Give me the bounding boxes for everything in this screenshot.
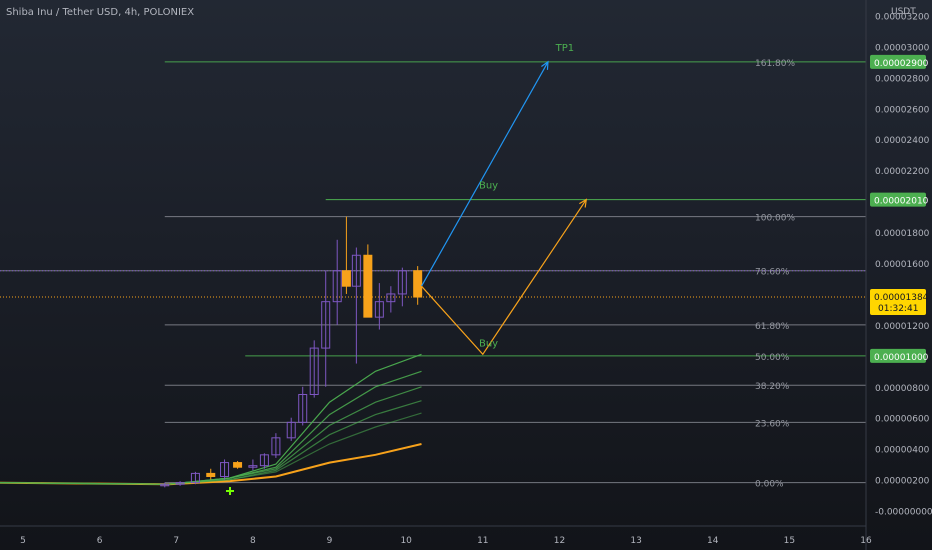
x-tick-label: 15 xyxy=(784,536,795,546)
x-tick-label: 16 xyxy=(860,536,872,546)
fib-level-label: 100.00% xyxy=(755,214,795,224)
arrow-head xyxy=(579,198,588,208)
x-tick-label: 12 xyxy=(554,536,565,546)
y-tick-label: 0.00002400 xyxy=(875,136,930,146)
y-tick-label: 0.00003000 xyxy=(875,43,930,53)
chart-annotation: Buy xyxy=(479,181,498,192)
x-tick-label: 8 xyxy=(250,536,256,546)
candle-body xyxy=(233,462,243,468)
y-tick-label: 0.00000600 xyxy=(875,415,930,425)
price-label: 0.00002010 xyxy=(874,197,929,207)
fib-level-label: 161.80% xyxy=(755,59,795,69)
x-tick-label: 10 xyxy=(400,536,412,546)
countdown-label: 01:32:41 xyxy=(878,304,918,314)
fib-level-label: 0.00% xyxy=(755,480,784,490)
y-tick-label: 0.00001200 xyxy=(875,322,930,332)
y-tick-label: 0.00000800 xyxy=(875,384,930,394)
x-tick-label: 9 xyxy=(327,536,333,546)
x-tick-label: 14 xyxy=(707,536,719,546)
current-price-label: 0.00001384 xyxy=(874,293,929,303)
y-tick-label: 0.00000400 xyxy=(875,446,930,456)
fib-levels: 161.80% 100.00% 78.60% 61.80% 50.00% 38.20% 23… xyxy=(0,59,866,490)
price-label: 0.00001000 xyxy=(874,353,929,363)
signal-marker xyxy=(226,487,234,495)
x-tick-label: 13 xyxy=(630,536,641,546)
x-axis: 5 6 7 8 9 10 11 12 13 14 15 16 xyxy=(0,525,872,546)
y-tick-label: 0.00002600 xyxy=(875,105,930,115)
fib-level-label: 61.80% xyxy=(755,322,790,332)
fib-level-label: 23.60% xyxy=(755,419,790,429)
y-tick-label: 0.00001600 xyxy=(875,260,930,270)
projection-arrows xyxy=(420,60,588,356)
y-tick-label: 0.00000200 xyxy=(875,477,930,487)
moving-average-line xyxy=(0,353,422,485)
y-tick-label: 0.00003200 xyxy=(875,12,930,22)
fib-level-label: 78.60% xyxy=(755,268,790,278)
candle-body xyxy=(413,270,423,298)
fib-level-label: 38.20% xyxy=(755,382,790,392)
x-tick-label: 7 xyxy=(173,536,179,546)
annotations: TP1 Buy Buy xyxy=(226,43,574,495)
price-chart[interactable]: 161.80%100.00%78.60%61.80%50.00%38.20%23… xyxy=(0,0,932,550)
chart-annotation: Buy xyxy=(479,339,498,350)
projection-arrow xyxy=(421,199,587,356)
x-tick-label: 5 xyxy=(20,536,26,546)
candle-body xyxy=(206,472,216,477)
candle-body xyxy=(363,254,373,318)
y-tick-label: -0.00000000 xyxy=(875,508,932,518)
y-axis: USDT0.000032000.000030000.000028000.0000… xyxy=(865,0,932,550)
moving-average-line xyxy=(0,370,422,485)
y-tick-label: 0.00001800 xyxy=(875,229,930,239)
moving-averages xyxy=(0,353,422,486)
x-tick-label: 11 xyxy=(477,536,488,546)
projection-arrow xyxy=(420,61,549,287)
fib-level-label: 50.00% xyxy=(755,353,790,363)
x-tick-label: 6 xyxy=(97,536,103,546)
price-label: 0.00002900 xyxy=(874,59,929,69)
candle-body xyxy=(341,270,351,287)
y-tick-label: 0.00002200 xyxy=(875,167,930,177)
price-labels: 0.00002900 0.00002010 0.0000138401:32:41 0.… xyxy=(870,54,929,363)
y-tick-label: 0.00002800 xyxy=(875,74,930,84)
chart-annotation: TP1 xyxy=(555,43,575,54)
